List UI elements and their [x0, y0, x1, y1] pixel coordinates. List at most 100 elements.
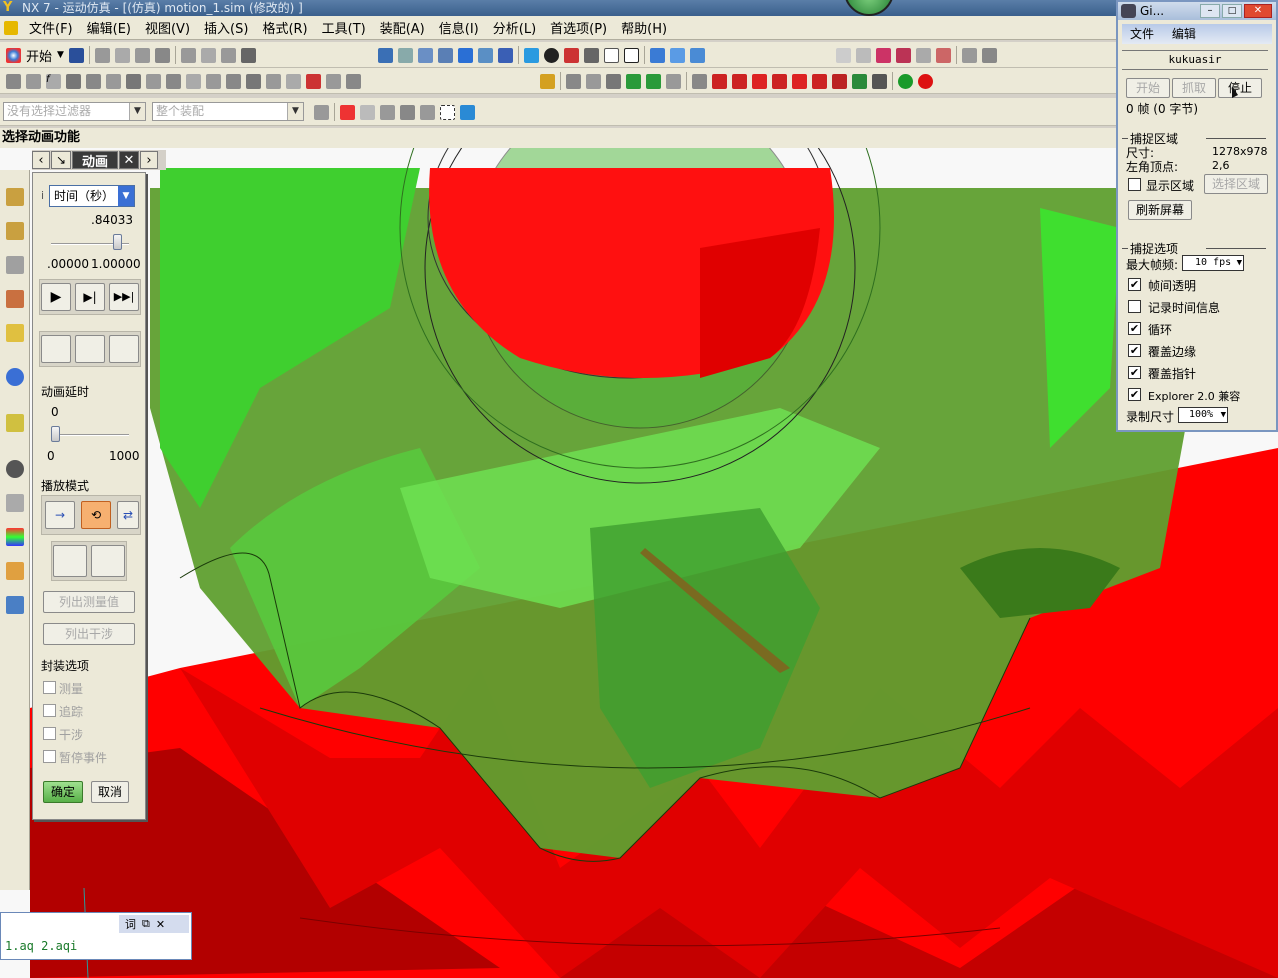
solver-icon[interactable]	[246, 73, 261, 89]
background-icon[interactable]	[604, 47, 619, 63]
select-region-button[interactable]: 选择区域	[1204, 174, 1268, 194]
step-back-icon[interactable]	[75, 335, 105, 363]
select-icon[interactable]	[876, 47, 891, 63]
snap-icon[interactable]	[836, 47, 851, 63]
force-icon[interactable]	[166, 73, 181, 89]
gif-start-button[interactable]: 开始	[1126, 78, 1170, 98]
wcs-icon[interactable]	[690, 47, 705, 63]
section-icon[interactable]	[624, 47, 639, 63]
list-measurements-button[interactable]: 列出测量值	[43, 591, 135, 613]
record-size-select[interactable]: 100% ▼	[1178, 407, 1228, 423]
damper-icon[interactable]	[106, 73, 121, 89]
zoom-box-icon[interactable]	[398, 47, 413, 63]
next-frame-icon[interactable]	[772, 73, 787, 89]
pause-event-checkbox[interactable]	[43, 750, 56, 763]
constraint-icon[interactable]	[326, 73, 341, 89]
fast-forward-icon[interactable]	[792, 73, 807, 89]
rewind-to-start-icon[interactable]	[41, 335, 71, 363]
shading-icon[interactable]	[544, 47, 559, 63]
paste-icon[interactable]	[134, 47, 150, 63]
analysis-icon[interactable]	[982, 47, 997, 63]
body-icon[interactable]	[420, 104, 435, 120]
stop-record-icon[interactable]	[692, 73, 707, 89]
rewind-icon[interactable]	[712, 73, 727, 89]
loop-icon[interactable]	[666, 73, 681, 89]
joint-icon[interactable]	[66, 73, 81, 89]
select-filter-icon[interactable]	[314, 104, 329, 120]
history-tab[interactable]: 词	[125, 916, 136, 932]
refresh-screen-button[interactable]: 刷新屏幕	[1128, 200, 1192, 220]
constraint-navigator-icon[interactable]	[6, 222, 24, 240]
record-icon[interactable]	[898, 73, 913, 89]
cable-icon[interactable]	[286, 73, 301, 89]
menu-format[interactable]: 格式(R)	[255, 18, 314, 37]
save-icon[interactable]	[68, 47, 84, 63]
spring-icon[interactable]	[86, 73, 101, 89]
motion-icon[interactable]	[566, 73, 581, 89]
step-forward-icon[interactable]	[646, 73, 661, 89]
max-fps-select[interactable]: 10 fps ▼	[1182, 255, 1244, 271]
pause-icon[interactable]	[812, 73, 827, 89]
start-dropdown-icon[interactable]: ▼	[57, 50, 64, 60]
select-all-icon[interactable]	[896, 47, 911, 63]
interference-checkbox[interactable]	[43, 727, 56, 740]
gif-menu-edit[interactable]: 编辑	[1172, 27, 1196, 41]
play-once-icon[interactable]: →	[45, 501, 75, 529]
app-menu-icon[interactable]	[4, 20, 18, 35]
menu-edit[interactable]: 编辑(E)	[80, 18, 138, 37]
history-icon[interactable]	[6, 414, 24, 432]
measure-checkbox[interactable]	[43, 681, 56, 694]
stop-icon[interactable]	[832, 73, 847, 89]
feature-icon[interactable]	[380, 104, 395, 120]
layer-icon[interactable]	[650, 47, 665, 63]
perspective-icon[interactable]	[498, 47, 513, 63]
play-icon[interactable]: ▶	[41, 283, 71, 311]
copy-icon[interactable]	[114, 47, 130, 63]
gear-coupler-icon[interactable]	[266, 73, 281, 89]
option-checkbox-2[interactable]: ✔	[1128, 322, 1141, 335]
snap-point-icon[interactable]	[856, 47, 871, 63]
bushing-icon[interactable]	[126, 73, 141, 89]
option-checkbox-3[interactable]: ✔	[1128, 344, 1141, 357]
menu-view[interactable]: 视图(V)	[138, 18, 197, 37]
tool-icon[interactable]	[220, 47, 236, 63]
gif-menu-file[interactable]: 文件	[1130, 27, 1154, 41]
function-icon[interactable]: f	[46, 73, 61, 89]
render-style-icon[interactable]	[524, 47, 539, 63]
menu-assemblies[interactable]: 装配(A)	[373, 18, 432, 37]
flag-icon[interactable]	[872, 73, 887, 89]
fit-view-icon[interactable]	[378, 47, 393, 63]
scope-select[interactable]: 整个装配 ▼	[152, 102, 304, 121]
ping-pong-icon[interactable]: ⇄	[117, 501, 139, 529]
gif-stop-button[interactable]: 停止	[1218, 78, 1262, 98]
prev-frame-icon[interactable]	[732, 73, 747, 89]
rotate-icon[interactable]	[458, 47, 473, 63]
box-select-icon[interactable]	[440, 104, 455, 120]
clock-icon[interactable]	[6, 460, 24, 478]
roles-icon[interactable]	[6, 562, 24, 580]
list-interference-button[interactable]: 列出干涉	[43, 623, 135, 645]
close-icon[interactable]: ✕	[156, 918, 165, 931]
gear-rack-model[interactable]	[0, 148, 1278, 978]
trace-checkbox[interactable]	[43, 704, 56, 717]
zoom-window-icon[interactable]	[418, 47, 433, 63]
maximize-icon[interactable]: □	[1222, 4, 1242, 18]
pan-icon[interactable]	[478, 47, 493, 63]
time-slider-thumb[interactable]	[112, 234, 122, 250]
undo-icon[interactable]	[180, 47, 196, 63]
filter-icon[interactable]	[936, 47, 951, 63]
contact-icon[interactable]	[146, 73, 161, 89]
general-select-icon[interactable]	[360, 104, 375, 120]
articulation-icon[interactable]	[586, 73, 601, 89]
menu-help[interactable]: 帮助(H)	[614, 18, 674, 37]
chevron-right-icon[interactable]: ›	[140, 151, 158, 169]
chevron-down-icon[interactable]: ▼	[1221, 408, 1226, 422]
menu-tools[interactable]: 工具(T)	[315, 18, 373, 37]
arrow-icon[interactable]: ↘	[51, 151, 71, 169]
cube-icon[interactable]	[460, 104, 475, 120]
play-icon[interactable]	[752, 73, 767, 89]
cursor-icon[interactable]	[916, 47, 931, 63]
show-region-checkbox[interactable]	[1128, 178, 1141, 191]
point-curve-icon[interactable]	[346, 73, 361, 89]
assembly-navigator-icon[interactable]	[6, 188, 24, 206]
